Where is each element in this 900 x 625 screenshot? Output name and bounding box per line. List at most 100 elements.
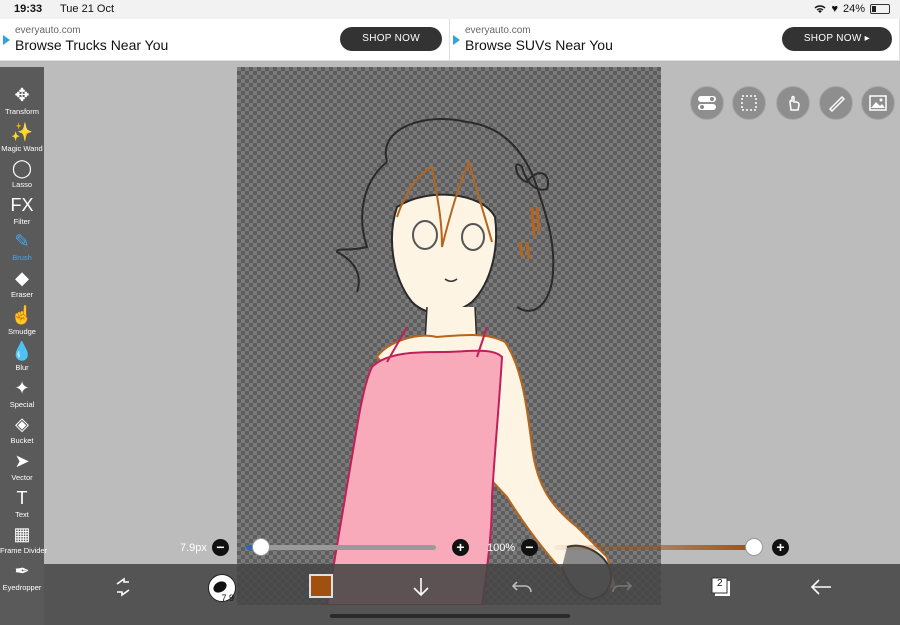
face-fill	[391, 193, 498, 315]
fx-icon: FX	[10, 194, 34, 215]
status-date: Tue 21 Oct	[60, 3, 115, 15]
brush-size-label: 7.9px	[180, 542, 207, 554]
tool-label: Eraser	[10, 290, 34, 299]
image-button[interactable]	[861, 86, 895, 120]
swap-transform-button[interactable]	[110, 574, 136, 600]
selection-rect-icon	[741, 95, 757, 111]
status-right: ♥ 24%	[814, 3, 890, 15]
redo-button[interactable]	[609, 574, 635, 600]
tool-bucket[interactable]: ◈ Bucket	[0, 412, 44, 449]
undo-icon	[511, 581, 532, 593]
layers-button[interactable]: 2	[708, 574, 734, 600]
bucket-icon: ◈	[15, 414, 29, 435]
tool-label: Bucket	[10, 436, 34, 446]
tool-frame-divider[interactable]: ▦ Frame Divider	[0, 522, 48, 559]
selection-button[interactable]	[732, 86, 766, 120]
ad-domain: everyauto.com	[465, 25, 531, 36]
tool-brush[interactable]: ✎ Brush	[0, 229, 44, 266]
ad-banner: everyauto.com Browse Trucks Near You SHO…	[0, 19, 900, 61]
tool-label: Filter	[13, 216, 31, 226]
opacity-plus-button[interactable]: +	[772, 539, 789, 556]
opacity-minus-button[interactable]: −	[521, 539, 538, 556]
shop-now-button[interactable]: SHOP NOW ▸	[781, 27, 892, 51]
ad-choices-icon[interactable]	[3, 35, 10, 45]
tool-special[interactable]: ✦ Special	[0, 376, 44, 413]
hair-left-stroke	[335, 161, 388, 293]
tool-lasso[interactable]: ◯ Lasso	[0, 156, 44, 193]
tool-text[interactable]: T Text	[0, 486, 44, 523]
ad-headline[interactable]: Browse SUVs Near You	[465, 37, 613, 53]
opacity-track[interactable]	[554, 545, 754, 550]
back-button[interactable]	[808, 574, 834, 600]
ad-suvs[interactable]: everyauto.com Browse SUVs Near You SHOP …	[450, 19, 900, 61]
wifi-icon	[814, 5, 826, 13]
tool-label: Blur	[15, 363, 29, 373]
heart-icon: ♥	[831, 3, 838, 15]
brush-preview-button[interactable]: 7.9	[208, 574, 236, 603]
hair-bow	[515, 163, 549, 191]
vector-arrow-icon: ➤	[14, 451, 30, 471]
tool-transform[interactable]: ✥ Transform	[0, 83, 44, 120]
tool-eyedropper[interactable]: ✒ Eyedropper	[0, 559, 44, 596]
ruler-button[interactable]	[819, 86, 853, 120]
image-icon	[869, 95, 887, 111]
hand-gesture-icon	[789, 95, 800, 111]
arrow-left-icon	[810, 579, 831, 595]
ad-trucks[interactable]: everyauto.com Browse Trucks Near You SHO…	[0, 19, 450, 61]
special-wand-icon: ✦	[14, 377, 30, 398]
frame-divider-icon: ▦	[13, 524, 31, 545]
redo-icon	[612, 581, 633, 593]
tool-palette: ✥ Transform ✨ Magic Wand ◯ Lasso FX Filter ✎ Brus…	[0, 67, 48, 625]
toggle-icon	[698, 96, 716, 110]
layer-count: 2	[717, 578, 723, 589]
move-arrows-icon: ✥	[14, 85, 30, 105]
undo-button[interactable]	[509, 574, 535, 600]
tool-blur[interactable]: 💧 Blur	[0, 339, 44, 376]
tool-label: Brush	[12, 253, 32, 263]
drawing-canvas[interactable]	[237, 67, 661, 605]
arrow-down-icon	[413, 578, 429, 597]
lasso-icon: ◯	[11, 158, 33, 179]
tool-label: Transform	[5, 107, 39, 116]
brush-size-track[interactable]	[246, 545, 436, 550]
blur-drop-icon: 💧	[10, 341, 34, 362]
rotate-arrows-icon	[116, 577, 130, 597]
battery-percent: 24%	[842, 3, 865, 15]
brush-size-plus-button[interactable]: +	[452, 539, 469, 556]
smudge-icon: ☝	[10, 304, 34, 325]
tool-label: Magic Wand	[1, 143, 43, 153]
magic-wand-icon: ✨	[10, 121, 34, 142]
tool-smudge[interactable]: ☝ Smudge	[0, 303, 44, 340]
home-indicator	[330, 614, 570, 618]
tool-label: Lasso	[11, 180, 32, 190]
brush-preview-size: 7.9	[221, 593, 234, 603]
eyedropper-icon: ✒	[14, 560, 30, 581]
tool-label: Special	[9, 399, 35, 409]
ad-domain: everyauto.com	[15, 25, 81, 36]
opacity-label: 100%	[487, 542, 516, 554]
ad-headline[interactable]: Browse Trucks Near You	[15, 37, 168, 53]
tool-vector[interactable]: ➤ Vector	[0, 449, 44, 486]
gesture-button[interactable]	[776, 86, 810, 120]
tool-label: Smudge	[8, 326, 36, 336]
eraser-icon: ◆	[15, 268, 29, 288]
tool-label: Eyedropper	[2, 582, 42, 592]
ad-choices-icon[interactable]	[453, 35, 460, 45]
color-swatch-button[interactable]	[309, 574, 333, 598]
brush-icon: ✎	[14, 231, 30, 252]
layer-toggle-button[interactable]	[690, 86, 724, 120]
artwork	[325, 118, 619, 605]
download-button[interactable]	[408, 574, 434, 600]
tool-label: Text	[15, 509, 29, 519]
brush-size-minus-button[interactable]: −	[212, 539, 229, 556]
tool-label: Frame Divider	[0, 546, 48, 556]
tool-filter[interactable]: FX Filter	[0, 193, 44, 230]
ruler-icon	[828, 95, 845, 112]
hair-tie	[518, 206, 541, 260]
opacity-knob[interactable]	[745, 538, 763, 556]
status-time: 19:33	[14, 3, 43, 15]
tool-eraser[interactable]: ◆ Eraser	[0, 266, 44, 303]
battery-icon	[870, 4, 890, 14]
shop-now-button[interactable]: SHOP NOW	[340, 27, 442, 51]
tool-magic-wand[interactable]: ✨ Magic Wand	[0, 120, 44, 157]
